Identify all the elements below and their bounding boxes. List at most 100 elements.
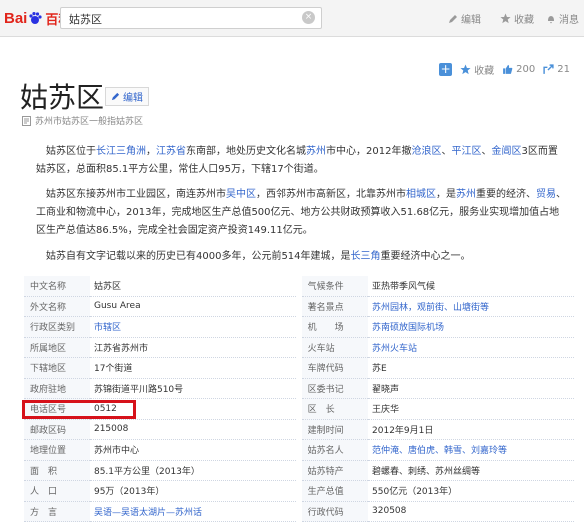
inline-link[interactable]: 沧浪区 <box>411 146 441 157</box>
inline-link[interactable]: 苏州 <box>456 189 476 200</box>
infobox-label: 生产总值 <box>301 480 369 502</box>
article-actions: + 收藏 200 21 <box>439 62 570 77</box>
edit-button[interactable]: 编辑 <box>105 87 149 106</box>
search-input[interactable]: 姑苏区 × <box>60 7 322 29</box>
paragraph-text: ，是 <box>436 189 456 200</box>
infobox-label: 区委书记 <box>301 378 369 399</box>
infobox-row: 面 积 85.1平方公里（2013年） 姑苏特产 碧螺春、刺绣、苏州丝绸等 <box>24 460 574 481</box>
infobox-label-text: 中文名称 <box>30 282 67 293</box>
infobox-value-text: 17个街道 <box>93 364 133 375</box>
infobox-label-text: 车牌代码 <box>307 364 344 375</box>
infobox-row: 政府驻地 苏锦街道平川路510号 区委书记 翟晓声 <box>24 378 574 399</box>
disambiguation-note[interactable]: 苏州市姑苏区一般指姑苏区 <box>22 114 143 127</box>
infobox-label-text: 著名景点 <box>307 302 344 313</box>
inline-link[interactable]: 江苏省 <box>156 146 186 157</box>
paragraph-text: 姑苏区东接苏州市工业园区，南连苏州市 <box>46 189 226 200</box>
infobox-label-text: 所属地区 <box>30 343 67 354</box>
infobox-value-text: 85.1平方公里（2013年） <box>93 466 200 477</box>
infobox-value-text: Gusu Area <box>93 301 141 312</box>
infobox-label: 中文名称 <box>24 276 90 297</box>
infobox-label-text: 建制时间 <box>307 425 344 436</box>
inline-link[interactable]: 长三角 <box>351 251 381 262</box>
infobox-label-text: 行政代码 <box>307 507 344 518</box>
add-icon[interactable]: + <box>439 63 453 76</box>
infobox-value-text: 215008 <box>93 424 129 435</box>
infobox-value-text: 姑苏区 <box>93 282 121 293</box>
infobox-value-text: 江苏省苏州市 <box>93 343 148 354</box>
infobox-label: 地理位置 <box>24 439 90 461</box>
infobox-value[interactable]: 苏州火车站 <box>368 337 574 358</box>
nav-message-label: 消息 <box>559 15 579 26</box>
infobox-value-text[interactable]: 苏州园林，观前街、山塘街等 <box>372 303 489 313</box>
inline-link[interactable]: 长江三角洲 <box>96 146 146 157</box>
infobox-value-text[interactable]: 吴语—吴语太湖片—苏州话 <box>94 508 202 518</box>
infobox-label-text: 姑苏特产 <box>307 466 344 477</box>
infobox-label: 机 场 <box>301 316 369 338</box>
infobox-value: 215008 <box>89 419 296 440</box>
nav-message[interactable]: 消息 <box>546 11 579 26</box>
clear-icon[interactable]: × <box>302 11 315 24</box>
inline-link[interactable]: 吴中区 <box>226 189 256 200</box>
infobox-value-text[interactable]: 市辖区 <box>94 323 121 333</box>
infobox-label: 外文名称 <box>24 296 90 317</box>
infobox-table: 中文名称 姑苏区 气候条件 亚热带季风气候外文名称 Gusu Area 著名景点 苏州园林，… <box>24 276 574 522</box>
share-button[interactable]: 21 <box>543 64 570 75</box>
infobox-label-text: 面 积 <box>30 466 58 477</box>
paragraph-text: 重要的经济、 <box>476 189 536 200</box>
infobox-value-text: 亚热带季风气候 <box>372 282 436 293</box>
paragraph-text: 、 <box>481 146 492 157</box>
infobox-value: 亚热带季风气候 <box>368 276 574 297</box>
infobox-value[interactable]: 范仲淹、唐伯虎、韩雪、刘嘉玲等 <box>368 439 574 461</box>
infobox-label: 气候条件 <box>301 276 369 297</box>
infobox-value-text: 翟晓声 <box>372 384 400 395</box>
infobox-label-text: 姑苏名人 <box>307 446 344 457</box>
infobox-value-text[interactable]: 苏州火车站 <box>372 344 417 354</box>
infobox-value-text[interactable]: 范仲淹、唐伯虎、韩雪、刘嘉玲等 <box>372 446 507 456</box>
top-bar: Bai 百科 姑苏区 × 编辑 收藏 消息 <box>0 0 584 37</box>
paragraph-text: 姑苏区位于 <box>46 146 96 157</box>
infobox-label: 著名景点 <box>301 296 369 317</box>
inline-link[interactable]: 平江区 <box>451 146 481 157</box>
nav-edit[interactable]: 编辑 <box>448 11 481 26</box>
like-button[interactable]: 200 <box>502 64 535 75</box>
inline-link[interactable]: 金阊区 <box>491 146 521 157</box>
document-icon <box>22 115 31 126</box>
infobox-value: 江苏省苏州市 <box>89 337 296 358</box>
infobox-value: 苏E <box>368 357 574 379</box>
summary-paragraph-1: 姑苏区位于长江三角洲，江苏省东南部，地处历史文化名城苏州市中心，2012年撤沧浪… <box>36 143 566 179</box>
infobox-label-text: 区 长 <box>307 405 335 416</box>
thumbs-up-icon <box>503 64 513 74</box>
infobox-row: 所属地区 江苏省苏州市 火车站 苏州火车站 <box>24 337 574 358</box>
infobox-value[interactable]: 吴语—吴语太湖片—苏州话 <box>89 501 296 522</box>
infobox-value-text: 碧螺春、刺绣、苏州丝绸等 <box>372 466 481 477</box>
infobox-value-text: 王庆华 <box>372 405 400 416</box>
infobox-label: 建制时间 <box>301 419 369 440</box>
star-icon <box>460 64 471 75</box>
infobox-label: 邮政区码 <box>24 419 90 440</box>
infobox-value: 2012年9月1日 <box>368 419 574 440</box>
infobox-row: 邮政区码 215008 建制时间 2012年9月1日 <box>24 419 574 440</box>
inline-link[interactable]: 苏州 <box>306 146 326 157</box>
infobox-value: 550亿元（2013年） <box>368 480 574 502</box>
inline-link[interactable]: 相城区 <box>406 189 436 200</box>
share-count: 21 <box>557 64 570 75</box>
infobox-value: 苏州市中心 <box>89 439 296 461</box>
infobox-value[interactable]: 苏州园林，观前街、山塘街等 <box>368 296 574 317</box>
infobox-label: 政府驻地 <box>24 378 90 399</box>
nav-favorite[interactable]: 收藏 <box>500 11 534 26</box>
infobox-label-text: 区委书记 <box>307 384 344 395</box>
infobox-value[interactable]: 市辖区 <box>89 316 296 338</box>
paragraph-text: 市中心，2012年撤 <box>326 146 412 157</box>
infobox-row: 人 口 95万（2013年） 生产总值 550亿元（2013年） <box>24 480 574 502</box>
inline-link[interactable]: 贸易 <box>536 189 556 200</box>
paragraph-text: 、 <box>441 146 452 157</box>
paragraph-text: ，西邻苏州市高新区，北靠苏州市 <box>256 189 406 200</box>
infobox-value[interactable]: 苏南硕放国际机场 <box>368 316 574 338</box>
favorite-button[interactable]: 收藏 <box>460 62 494 77</box>
paragraph-text: 姑苏自有文字记载以来的历史已有4000多年，公元前514年建城，是 <box>46 251 351 262</box>
infobox-value-text[interactable]: 苏南硕放国际机场 <box>372 323 444 333</box>
infobox-value: 苏锦街道平川路510号 <box>89 378 296 399</box>
infobox-row: 中文名称 姑苏区 气候条件 亚热带季风气候 <box>24 276 574 297</box>
paragraph-text: 重要经济中心之一。 <box>380 251 471 262</box>
infobox-value: 320508 <box>368 501 574 522</box>
